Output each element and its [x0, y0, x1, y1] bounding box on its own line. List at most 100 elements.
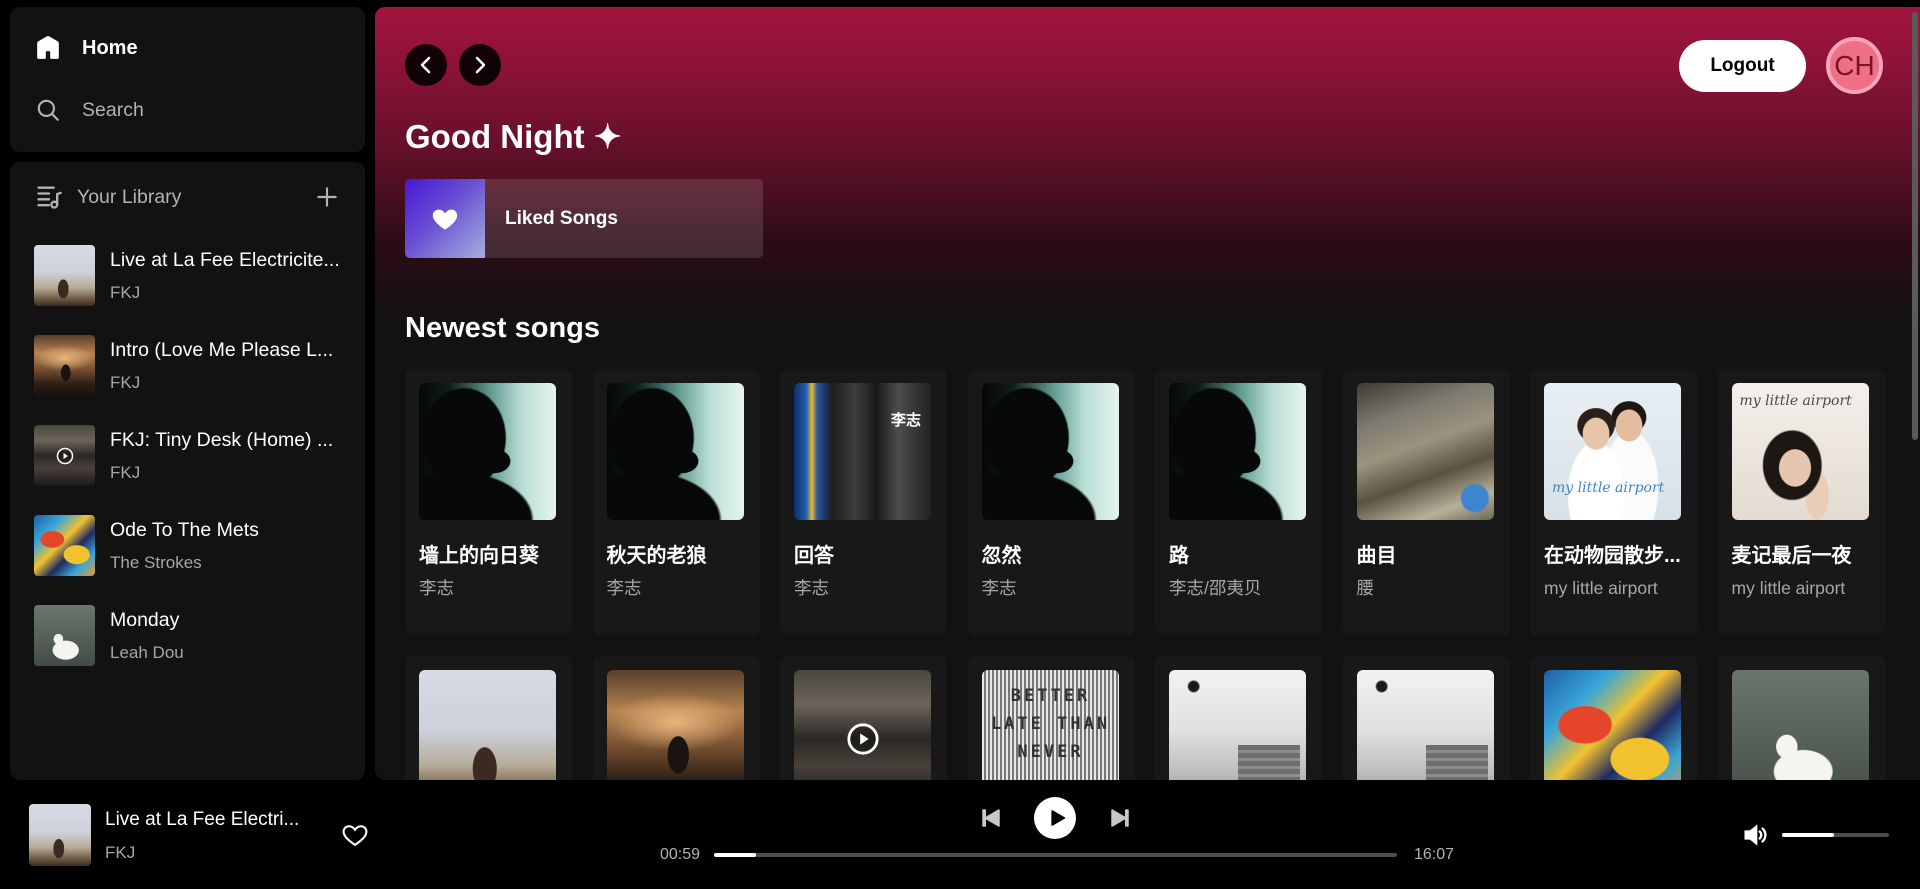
song-artist: 腰 [1356, 578, 1375, 598]
song-title: 曲目 [1356, 545, 1397, 567]
next-button[interactable] [1109, 807, 1131, 829]
now-playing-cover[interactable] [29, 804, 91, 866]
plus-icon[interactable] [314, 184, 340, 210]
library-item[interactable]: Monday Leah Dou [34, 605, 354, 666]
song-card[interactable]: 李志 回答 李志 [780, 369, 947, 635]
home-icon [35, 35, 61, 61]
avatar[interactable]: CH [1826, 37, 1883, 94]
cover-building [1425, 745, 1488, 780]
heart-icon [432, 209, 458, 230]
play-circle-icon [56, 447, 73, 464]
chevron-left-icon [420, 56, 431, 74]
sidebar-item-home[interactable]: Home [10, 26, 365, 70]
library-item-cover [34, 245, 95, 306]
album-cover [1169, 670, 1306, 780]
library-item-subtitle: FKJ [110, 463, 141, 482]
library-item-subtitle: FKJ [110, 283, 141, 302]
progress-bar[interactable] [714, 853, 1397, 857]
library-panel: Your Library Live at La Fee Electricite.… [10, 162, 365, 780]
cover-lettering: BETTER LATE THAN NEVER [990, 686, 1111, 762]
now-playing-title[interactable]: Live at La Fee Electri... [105, 808, 335, 832]
library-item[interactable]: Intro (Love Me Please L... FKJ [34, 335, 354, 396]
library-item-title: Live at La Fee Electricite... [110, 249, 340, 271]
liked-songs-card[interactable]: Liked Songs [405, 179, 763, 258]
song-artist: 李志/邵夷贝 [1169, 578, 1262, 598]
song-title: 秋天的老狼 [606, 545, 707, 567]
song-card[interactable]: my little airport 在动物园散步... my little ai… [1530, 369, 1697, 635]
song-card[interactable]: 忽然 李志 [967, 369, 1135, 635]
album-cover [1356, 670, 1494, 780]
library-item-cover [34, 335, 95, 396]
volume-slider[interactable] [1782, 833, 1889, 837]
album-cover: my little airport [1544, 383, 1681, 520]
liked-songs-cover [405, 179, 485, 258]
song-card[interactable]: my little airport 麦记最后一夜 my little airpo… [1717, 369, 1885, 635]
album-cover [1731, 670, 1869, 780]
song-artist: 李志 [419, 578, 454, 598]
library-item-title: Monday [110, 609, 180, 631]
skip-back-icon [982, 809, 1000, 827]
page-title: Good Night ✦ [405, 118, 622, 155]
cover-building [1238, 745, 1300, 780]
song-card[interactable] [592, 656, 760, 780]
song-artist: my little airport [1544, 578, 1658, 598]
library-item[interactable]: Ode To The Mets The Strokes [34, 515, 354, 576]
song-artist: my little airport [1731, 578, 1846, 598]
library-icon [35, 183, 63, 211]
song-card[interactable]: 秋天的老狼 李志 [592, 369, 760, 635]
song-title: 墙上的向日葵 [419, 545, 539, 567]
sidebar-item-label: Search [82, 98, 144, 121]
library-header[interactable]: Your Library [35, 175, 181, 219]
song-card[interactable]: 墙上的向日葵 李志 [405, 369, 572, 635]
album-cover [1356, 383, 1494, 520]
song-card[interactable] [405, 656, 572, 780]
song-card[interactable]: 曲目 腰 [1342, 369, 1510, 635]
album-cover [1544, 670, 1681, 780]
song-card[interactable]: BETTER LATE THAN NEVER [967, 656, 1135, 780]
liked-songs-label: Liked Songs [505, 207, 618, 229]
song-card[interactable] [780, 656, 947, 780]
section-title: Newest songs [405, 312, 600, 344]
now-playing-artist[interactable]: FKJ [105, 843, 135, 863]
library-item-text: Live at La Fee Electricite... FKJ [110, 245, 351, 306]
sidebar-item-search[interactable]: Search [10, 88, 365, 132]
library-item-subtitle: FKJ [110, 373, 141, 392]
song-title: 麦记最后一夜 [1731, 545, 1852, 567]
song-artist: 李志 [606, 578, 642, 598]
logout-button[interactable]: Logout [1679, 40, 1806, 92]
main-content: Logout CH Good Night ✦ Liked Songs Newes… [375, 7, 1920, 780]
song-card[interactable] [1530, 656, 1697, 780]
song-card[interactable] [1342, 656, 1510, 780]
album-cover [419, 383, 556, 520]
library-item-subtitle: Leah Dou [110, 643, 184, 662]
volume-fill [1782, 833, 1835, 837]
chevron-right-icon [475, 56, 486, 74]
album-cover [419, 670, 556, 780]
album-cover [981, 383, 1119, 520]
song-title: 回答 [794, 545, 834, 567]
song-card[interactable] [1155, 656, 1322, 780]
song-card[interactable] [1717, 656, 1885, 780]
library-item-text: Monday Leah Dou [110, 605, 351, 666]
cover-lettering: 李志 [890, 412, 921, 429]
volume-icon[interactable] [1741, 821, 1769, 849]
album-cover: 李志 [794, 383, 931, 520]
main-scrollbar[interactable] [1912, 12, 1918, 440]
song-artist: 李志 [981, 578, 1017, 598]
search-icon [35, 97, 61, 123]
back-button[interactable] [405, 44, 447, 86]
progress-fill [714, 853, 756, 857]
library-item-cover [34, 425, 95, 486]
play-button[interactable] [1034, 797, 1076, 839]
album-cover [794, 670, 931, 780]
previous-button[interactable] [980, 807, 1002, 829]
heart-outline-icon[interactable] [341, 821, 369, 849]
sidebar-item-label: Home [82, 36, 138, 59]
forward-button[interactable] [459, 44, 501, 86]
library-list: Live at La Fee Electricite... FKJ Intro … [34, 245, 354, 666]
play-circle-icon [846, 722, 879, 755]
song-card[interactable]: 路 李志/邵夷贝 [1155, 369, 1322, 635]
library-item-cover [34, 515, 95, 576]
library-item[interactable]: FKJ: Tiny Desk (Home) ... FKJ [34, 425, 354, 486]
library-item[interactable]: Live at La Fee Electricite... FKJ [34, 245, 354, 306]
